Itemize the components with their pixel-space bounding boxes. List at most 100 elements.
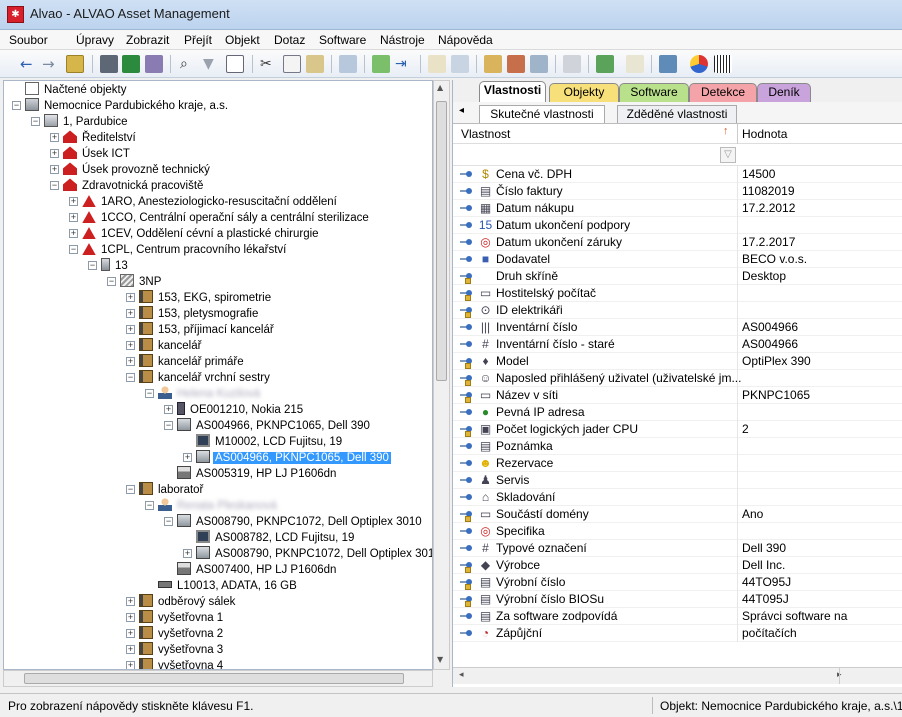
tree-node[interactable]: − AS008790, PKNPC1072, Dell Optiplex 3010 [164, 514, 424, 530]
property-row[interactable]: ♟ Servis [453, 472, 902, 489]
property-row[interactable]: ☺ Naposled přihlášený uživatel (uživatels… [453, 370, 902, 387]
collapse-icon[interactable]: − [126, 373, 135, 383]
pin-icon[interactable] [460, 171, 472, 177]
tree-node[interactable]: +1CEV, Oddělení cévní a plastické chirur… [69, 226, 321, 242]
collapse-icon[interactable]: − [145, 389, 154, 399]
print-icon[interactable] [100, 55, 118, 73]
columns-icon[interactable] [226, 55, 244, 73]
menu-objekt[interactable]: Objekt [225, 33, 260, 47]
filter-icon[interactable]: ▽ [720, 147, 736, 163]
pin-icon[interactable] [460, 409, 472, 415]
collapse-icon[interactable]: − [69, 245, 78, 255]
property-row[interactable]: ◔ Zápůjční [453, 625, 902, 642]
tab-skutecne-vlastnosti[interactable]: Skutečné vlastnosti [479, 105, 605, 123]
pin-icon[interactable] [460, 239, 472, 245]
menu-software[interactable]: Software [319, 33, 366, 47]
property-row[interactable]: # Inventární číslo - staré AS004966 [453, 336, 902, 353]
menu-zobrazit[interactable]: Zobrazit [126, 33, 169, 47]
scroll-down-arrow-icon[interactable]: ▼ [437, 655, 443, 664]
tree-node[interactable]: +153, EKG, spirometrie [126, 290, 273, 306]
tree-node[interactable]: − 13 [88, 258, 130, 274]
expand-icon[interactable]: + [126, 597, 135, 607]
collapse-icon[interactable]: − [31, 117, 40, 127]
pie-chart-icon[interactable] [690, 55, 708, 73]
tree-node[interactable]: AS008782, LCD Fujitsu, 19 [183, 530, 356, 546]
tab-scroll-left-icon[interactable]: ◂ [459, 105, 464, 116]
tree-node[interactable]: AS005319, HP LJ P1606dn [164, 466, 338, 482]
property-row[interactable]: ▭ Hostitelský počítač [453, 285, 902, 302]
grid-horizontal-scrollbar[interactable]: ◂ ▸ [453, 667, 902, 684]
property-value[interactable]: Ano [742, 506, 763, 523]
pin-icon[interactable] [460, 477, 472, 483]
expand-icon[interactable]: + [50, 165, 59, 175]
property-row[interactable]: 15 Datum ukončení podpory [453, 217, 902, 234]
tree-node[interactable]: +1CCO, Centrální operační sály a centrál… [69, 210, 371, 226]
property-row[interactable]: ◎ Specifika [453, 523, 902, 540]
property-value[interactable]: OptiPlex 390 [742, 353, 811, 370]
property-value[interactable]: AS004966 [742, 319, 798, 336]
property-row[interactable]: ● Pevná IP adresa [453, 404, 902, 421]
tree-horizontal-scrollbar[interactable] [3, 670, 433, 687]
expand-icon[interactable]: + [126, 645, 135, 655]
property-row[interactable]: ▤ Číslo faktury 11082019 [453, 183, 902, 200]
property-row[interactable]: ▭ Název v síti PKNPC1065 [453, 387, 902, 404]
pin-icon[interactable] [460, 613, 472, 619]
structure-icon[interactable] [563, 55, 581, 73]
property-row[interactable]: ■ Dodavatel BECO v.o.s. [453, 251, 902, 268]
property-row[interactable]: ▤ Za software zodpovídá Správci software n… [453, 608, 902, 640]
network-icon[interactable] [659, 55, 677, 73]
edit-icon[interactable] [428, 55, 446, 73]
tree-node[interactable]: + vyšetřovna 2 [126, 626, 225, 642]
property-row[interactable]: ▤ Výrobní číslo BIOSu 44T095J [453, 591, 902, 608]
property-row[interactable]: ▭ Součástí domény Ano [453, 506, 902, 523]
tree-node[interactable]: − 3NP [107, 274, 163, 290]
property-row[interactable]: $ Cena vč. DPH 14500 [453, 166, 902, 183]
property-row[interactable]: ⊙ ID elektrikáři [453, 302, 902, 319]
computer-view-icon[interactable] [530, 55, 548, 73]
tree-node[interactable]: + OE001210, Nokia 215 [164, 402, 305, 418]
collapse-icon[interactable]: − [88, 261, 97, 271]
pin-icon[interactable] [460, 494, 472, 500]
property-row[interactable]: ◎ Datum ukončení záruky 17.2.2017 [453, 234, 902, 251]
tab-zdedene-vlastnosti[interactable]: Zděděné vlastnosti [617, 105, 737, 123]
tree-node[interactable]: +153, pletysmografie [126, 306, 260, 322]
tree-node[interactable]: + vyšetřovna 3 [126, 642, 225, 658]
collapse-icon[interactable]: − [164, 421, 173, 431]
property-row[interactable]: ||| Inventární číslo AS004966 [453, 319, 902, 336]
property-row[interactable]: ▤ Poznámka [453, 438, 902, 455]
tree-node[interactable]: − laboratoř [126, 482, 205, 498]
property-value[interactable]: AS004966 [742, 336, 798, 353]
pin-icon[interactable] [460, 256, 472, 262]
pin-icon[interactable] [460, 188, 472, 194]
property-value[interactable]: 17.2.2012 [742, 200, 795, 217]
property-value[interactable]: 14500 [742, 166, 775, 183]
pin-icon[interactable] [460, 443, 472, 449]
tree-node[interactable]: − kancelář vrchní sestry [126, 370, 272, 386]
clipboard-icon[interactable] [626, 55, 644, 73]
menu-napoveda[interactable]: Nápověda [438, 33, 493, 47]
tree-node[interactable]: + kancelář primáře [126, 354, 246, 370]
tree-node[interactable]: + Ředitelství [50, 130, 138, 146]
tree-node[interactable]: − 1, Pardubice [31, 114, 130, 130]
scroll-thumb[interactable] [24, 673, 404, 684]
property-row[interactable]: ♦ Model OptiPlex 390 [453, 353, 902, 370]
tree-node[interactable]: − Zdravotnická pracoviště [50, 178, 205, 194]
menu-soubor[interactable]: Soubor [9, 33, 48, 47]
pin-icon[interactable] [460, 630, 472, 636]
property-value[interactable]: BECO v.o.s. [742, 251, 807, 268]
cube-icon[interactable] [596, 55, 614, 73]
collapse-icon[interactable]: − [145, 501, 154, 511]
property-row[interactable]: ▦ Datum nákupu 17.2.2012 [453, 200, 902, 217]
property-row[interactable]: ▣ Počet logických jader CPU 2 [453, 421, 902, 438]
report-icon[interactable] [145, 55, 163, 73]
property-row[interactable]: Druh skříně Desktop [453, 268, 902, 285]
tree-node[interactable]: + Úsek provozně technický [50, 162, 212, 178]
expand-icon[interactable]: + [69, 197, 78, 207]
barcode-icon[interactable] [714, 55, 732, 73]
tree-node[interactable]: +1ARO, Anesteziologicko-resuscitační odd… [69, 194, 339, 210]
tree-node[interactable]: Načtené objekty [12, 82, 128, 98]
property-value[interactable]: Dell 390 [742, 540, 786, 557]
property-value[interactable]: 44T095J [742, 591, 789, 608]
tree-node[interactable]: + AS008790, PKNPC1072, Dell Optiplex 3010 [183, 546, 432, 562]
tab-detekce[interactable]: Detekce [689, 83, 757, 102]
